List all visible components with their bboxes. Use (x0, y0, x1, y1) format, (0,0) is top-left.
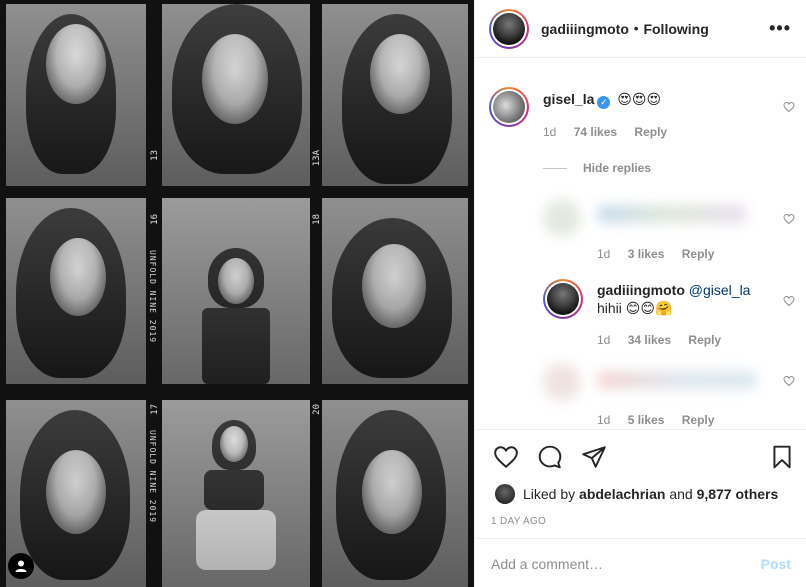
reply-button[interactable]: Reply (634, 125, 667, 139)
comment-age[interactable]: 1d (543, 125, 556, 139)
comment-likes[interactable]: 34 likes (628, 333, 671, 347)
commenter-avatar[interactable] (489, 87, 529, 127)
film-frame (162, 4, 310, 186)
mention-link[interactable]: @gisel_la (689, 282, 751, 298)
comments-list: gisel_la ✓ 😍😍😍 1d 74 likes Reply Hide rep… (475, 59, 806, 429)
liker-username[interactable]: abdelachrian (579, 486, 665, 502)
comment-bubble-icon[interactable] (537, 444, 563, 470)
comment-username[interactable]: gadiiingmoto (597, 282, 685, 298)
separator-dot: • (633, 21, 639, 36)
comment-text: 😍😍😍 (617, 91, 662, 107)
reply-button[interactable]: Reply (688, 333, 721, 347)
post-image[interactable]: 13 13A 16 UNFOLD NINE 2019 18 17 UNFOLD … (0, 0, 474, 587)
reply-comment: 1d 3 likes Reply (543, 199, 747, 263)
blurred-comment-text (597, 371, 757, 389)
post-side-panel: gadiiingmoto • Following ••• gisel_la ✓ 😍… (474, 0, 806, 587)
comment-age[interactable]: 1d (597, 247, 610, 261)
post-comment-button[interactable]: Post (761, 556, 791, 572)
commenter-avatar[interactable] (543, 199, 581, 237)
like-comment-heart-icon[interactable] (783, 295, 795, 307)
comment-input[interactable] (491, 555, 761, 572)
frame-number: 13A (312, 150, 322, 167)
reply-button[interactable]: Reply (682, 413, 715, 427)
like-comment-heart-icon[interactable] (783, 213, 795, 225)
verified-badge-icon: ✓ (597, 96, 611, 109)
film-frame (322, 400, 468, 587)
comment-username[interactable]: gisel_la (543, 91, 594, 107)
film-frame (162, 400, 310, 587)
liked-by-summary: Liked by abdelachrian and 9,877 others (495, 484, 778, 504)
film-frame (6, 4, 146, 186)
frame-number: 20 (312, 404, 322, 415)
film-frame (322, 4, 468, 186)
comment-composer: Post (475, 538, 806, 587)
tagged-users-button[interactable] (8, 553, 34, 579)
hide-replies-button[interactable]: Hide replies (543, 161, 651, 175)
comment-likes[interactable]: 5 likes (628, 413, 665, 427)
commenter-avatar[interactable] (543, 279, 583, 319)
like-comment-heart-icon[interactable] (783, 101, 795, 113)
frame-number: 16 (150, 214, 160, 225)
reply-comment: gadiiingmoto @gisel_la hihii 😊😊🤗 1d 34 l… (543, 279, 750, 349)
liked-by-prefix: Liked by (523, 486, 576, 502)
save-bookmark-icon[interactable] (769, 444, 795, 470)
comment-age[interactable]: 1d (597, 413, 610, 427)
film-frame (322, 198, 468, 384)
person-icon (15, 560, 27, 572)
reply-button[interactable]: Reply (682, 247, 715, 261)
commenter-avatar[interactable] (543, 363, 581, 401)
like-heart-icon[interactable] (493, 444, 519, 470)
author-username[interactable]: gadiiingmoto (541, 21, 629, 37)
frame-number: 18 (312, 214, 322, 225)
post-timestamp[interactable]: 1 DAY AGO (491, 516, 546, 527)
post-header: gadiiingmoto • Following ••• (475, 0, 806, 58)
frame-number: 17 (150, 404, 160, 415)
film-frame (162, 198, 310, 384)
others-likes-link[interactable]: 9,877 others (697, 486, 779, 502)
share-paper-plane-icon[interactable] (581, 444, 607, 470)
film-edge-text: UNFOLD NINE 2019 (148, 430, 157, 524)
like-comment-heart-icon[interactable] (783, 375, 795, 387)
following-button[interactable]: Following (643, 21, 708, 37)
liker-avatar[interactable] (495, 484, 515, 504)
comment-age[interactable]: 1d (597, 333, 610, 347)
frame-number: 13 (150, 150, 160, 161)
blurred-comment-text (597, 205, 747, 223)
more-options-icon[interactable]: ••• (769, 18, 791, 39)
reply-comment: 1d 5 likes Reply (543, 363, 757, 429)
comment-likes[interactable]: 74 likes (574, 125, 617, 139)
film-frame (6, 198, 146, 384)
film-edge-text: UNFOLD NINE 2019 (148, 250, 157, 344)
comment-likes[interactable]: 3 likes (628, 247, 665, 261)
post-actions: Liked by abdelachrian and 9,877 others 1… (475, 429, 806, 587)
liked-by-and: and (669, 486, 693, 502)
comment: gisel_la ✓ 😍😍😍 1d 74 likes Reply (489, 87, 681, 141)
author-avatar[interactable] (489, 8, 529, 49)
comment-text: hihii 😊😊🤗 (597, 300, 673, 316)
